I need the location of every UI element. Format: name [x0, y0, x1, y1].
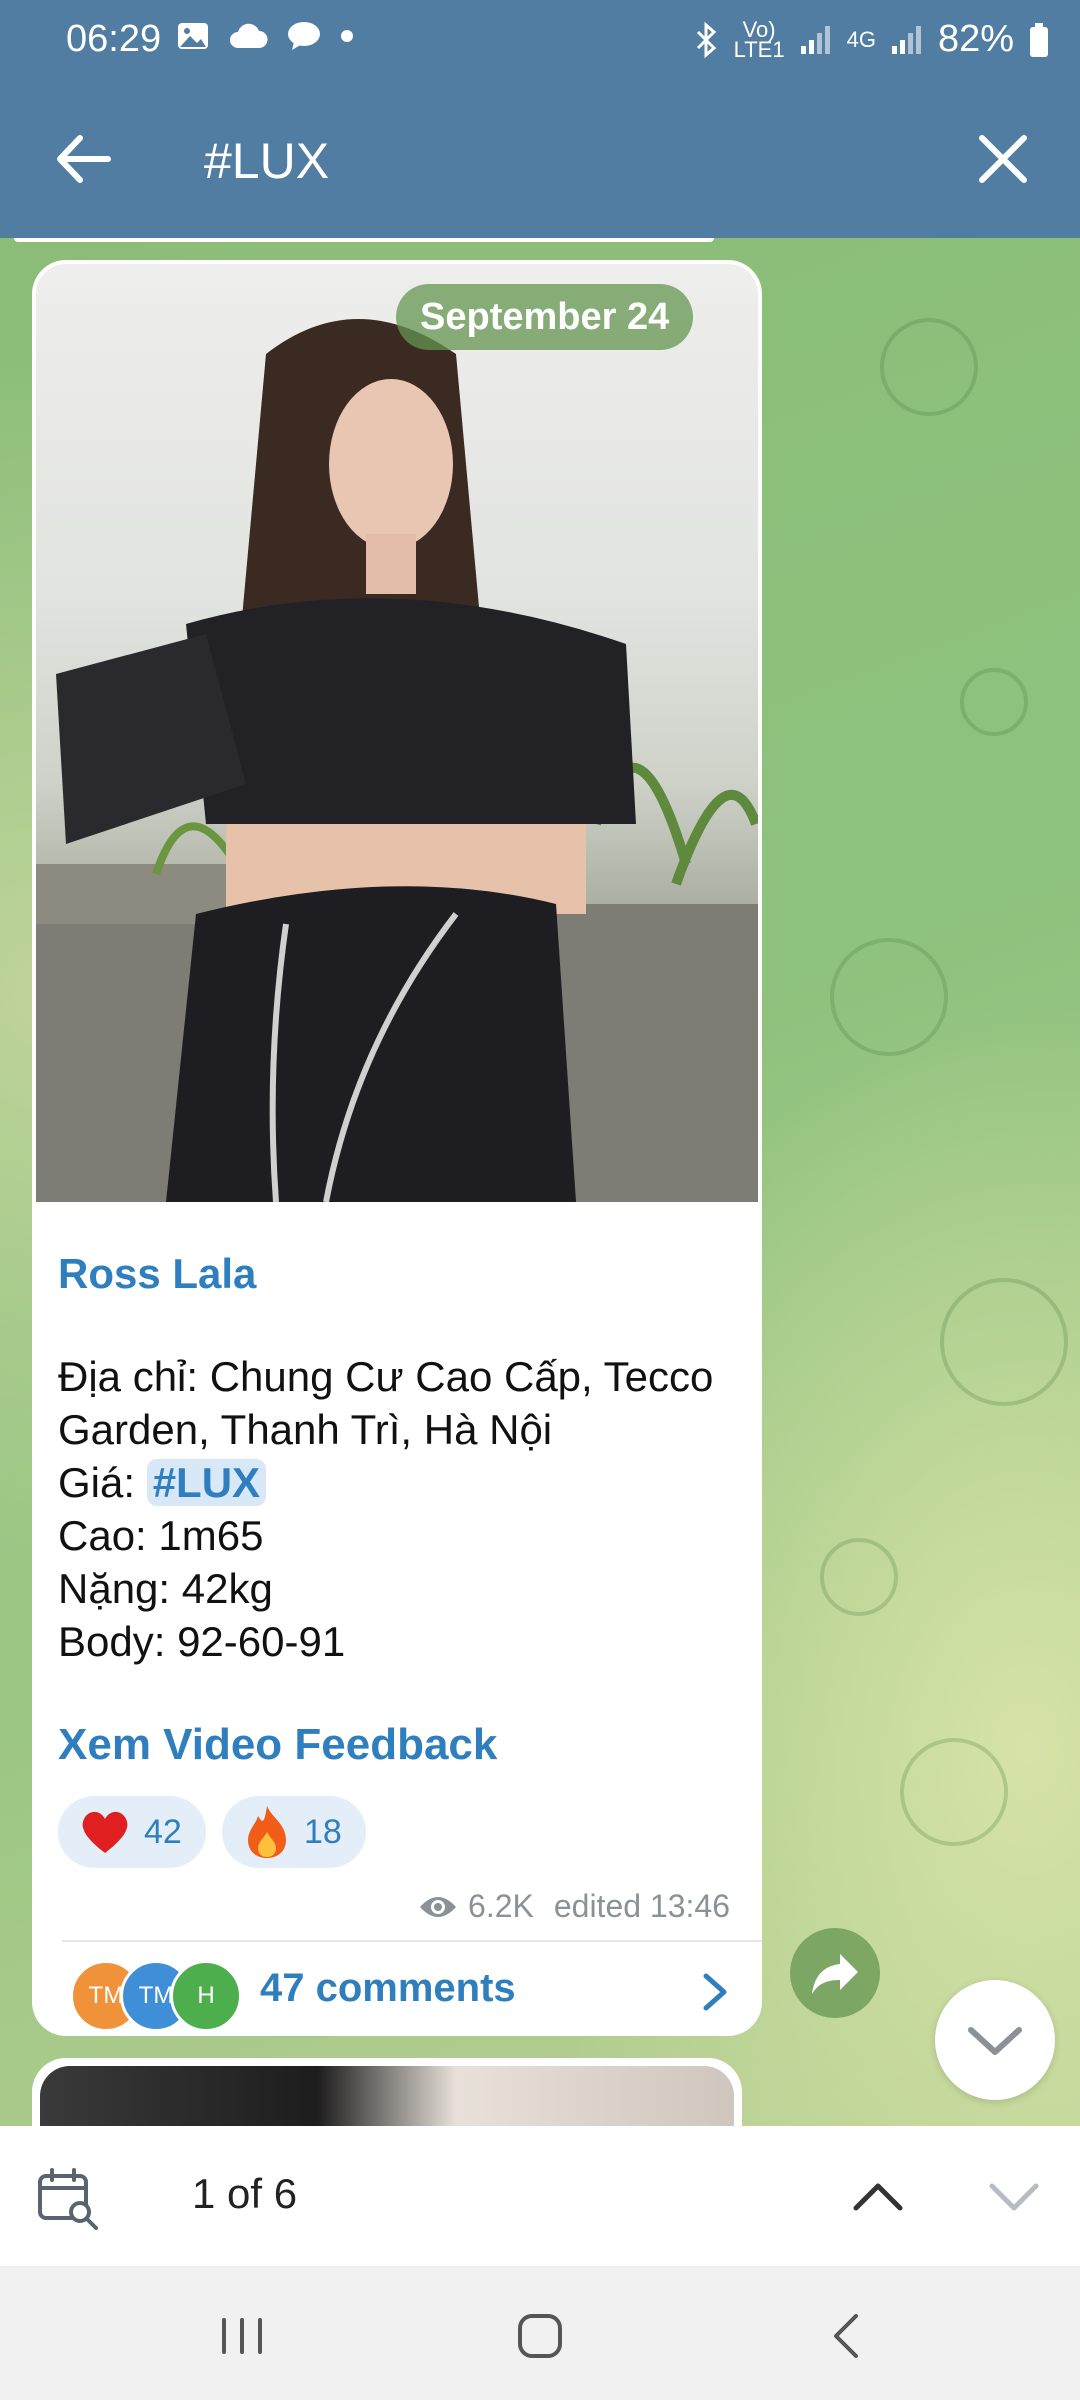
- scroll-down-button[interactable]: [935, 1980, 1055, 2100]
- message-photo[interactable]: September 24: [36, 264, 758, 1202]
- text-line: Giá: #LUX: [58, 1456, 713, 1509]
- calendar-search-icon[interactable]: [36, 2166, 100, 2230]
- bluetooth-icon: [696, 21, 716, 58]
- message-text: Địa chỉ: Chung Cư Cao Cấp, Tecco Garden,…: [58, 1350, 713, 1668]
- network-type-label: 4G: [846, 26, 876, 52]
- status-right: Vo) LTE1 4G 82%: [692, 18, 1050, 61]
- system-nav-bar: [0, 2266, 1080, 2400]
- chat-area[interactable]: September 24 Ross Lala Địa chỉ: Chung Cư…: [0, 238, 1080, 2126]
- home-icon[interactable]: [510, 2306, 570, 2366]
- photo-figure: [36, 319, 758, 1202]
- video-feedback-link[interactable]: Xem Video Feedback: [58, 1720, 497, 1770]
- battery-icon: [1030, 22, 1048, 57]
- cloud-icon: [230, 23, 268, 48]
- sender-name[interactable]: Ross Lala: [58, 1250, 256, 1298]
- reaction-count: 42: [144, 1812, 182, 1851]
- reaction-count: 18: [304, 1812, 342, 1851]
- chevron-down-icon: [968, 2027, 1022, 2055]
- recent-apps-icon[interactable]: [212, 2306, 272, 2366]
- volte-label: Vo) LTE1: [733, 16, 785, 62]
- chevron-right-icon: [703, 1973, 727, 2011]
- wallpaper-doodle: [940, 1278, 1068, 1406]
- signal-2-icon: [891, 25, 921, 54]
- dot-icon: [341, 30, 353, 42]
- signal-icon: [800, 25, 830, 54]
- hashtag-link[interactable]: #LUX: [146, 1459, 267, 1506]
- text-line: Body: 92-60-91: [58, 1618, 346, 1665]
- message-bubble[interactable]: September 24 Ross Lala Địa chỉ: Chung Cư…: [32, 260, 762, 2036]
- search-header: #LUX: [0, 80, 1080, 238]
- next-message-bubble[interactable]: [32, 2058, 742, 2126]
- comments-row[interactable]: TM TM H 47 comments: [32, 1942, 762, 2036]
- notification-icons: [176, 20, 354, 52]
- commenter-avatar: H: [170, 1960, 242, 2032]
- text-line: Nặng: 42kg: [58, 1565, 273, 1612]
- heart-icon: [82, 1811, 128, 1853]
- edited-time: edited 13:46: [553, 1888, 730, 1924]
- share-button[interactable]: [790, 1928, 880, 2018]
- text-line: Cao: 1m65: [58, 1512, 264, 1559]
- gallery-icon: [178, 23, 208, 49]
- price-label: Giá:: [58, 1459, 147, 1506]
- search-results-bar: 1 of 6: [0, 2126, 1080, 2266]
- chat-bubble-icon: [288, 22, 320, 50]
- back-icon[interactable]: [818, 2306, 878, 2366]
- reaction-heart[interactable]: 42: [58, 1796, 206, 1868]
- message-meta: 6.2K edited 13:46: [418, 1888, 730, 1925]
- fire-icon: [248, 1806, 286, 1858]
- text-line: Garden, Thanh Trì, Hà Nội: [58, 1406, 553, 1453]
- search-query[interactable]: #LUX: [204, 132, 329, 190]
- wallpaper-doodle: [900, 1738, 1008, 1846]
- back-arrow-icon[interactable]: [48, 124, 118, 194]
- comments-count[interactable]: 47 comments: [260, 1966, 516, 2011]
- close-icon[interactable]: [970, 126, 1036, 192]
- next-message-photo[interactable]: [40, 2066, 734, 2126]
- share-icon: [812, 1954, 858, 1994]
- wallpaper-doodle: [880, 318, 978, 416]
- status-bar: 06:29 Vo) LTE1 4G 82%: [0, 0, 1080, 80]
- chevron-up-icon[interactable]: [852, 2176, 904, 2216]
- chevron-down-icon[interactable]: [988, 2176, 1040, 2216]
- eye-icon: [420, 1896, 457, 1917]
- status-time: 06:29: [66, 18, 162, 60]
- reaction-fire[interactable]: 18: [222, 1796, 366, 1868]
- battery-percent: 82%: [937, 18, 1014, 60]
- text-line: Địa chỉ: Chung Cư Cao Cấp, Tecco: [58, 1353, 714, 1400]
- previous-message-edge: [14, 238, 714, 242]
- wallpaper-doodle: [960, 668, 1028, 736]
- result-counter: 1 of 6: [192, 2170, 298, 2217]
- date-chip: September 24: [396, 284, 694, 350]
- view-count: 6.2K: [468, 1888, 534, 1924]
- wallpaper-doodle: [820, 1538, 898, 1616]
- wallpaper-doodle: [830, 938, 948, 1056]
